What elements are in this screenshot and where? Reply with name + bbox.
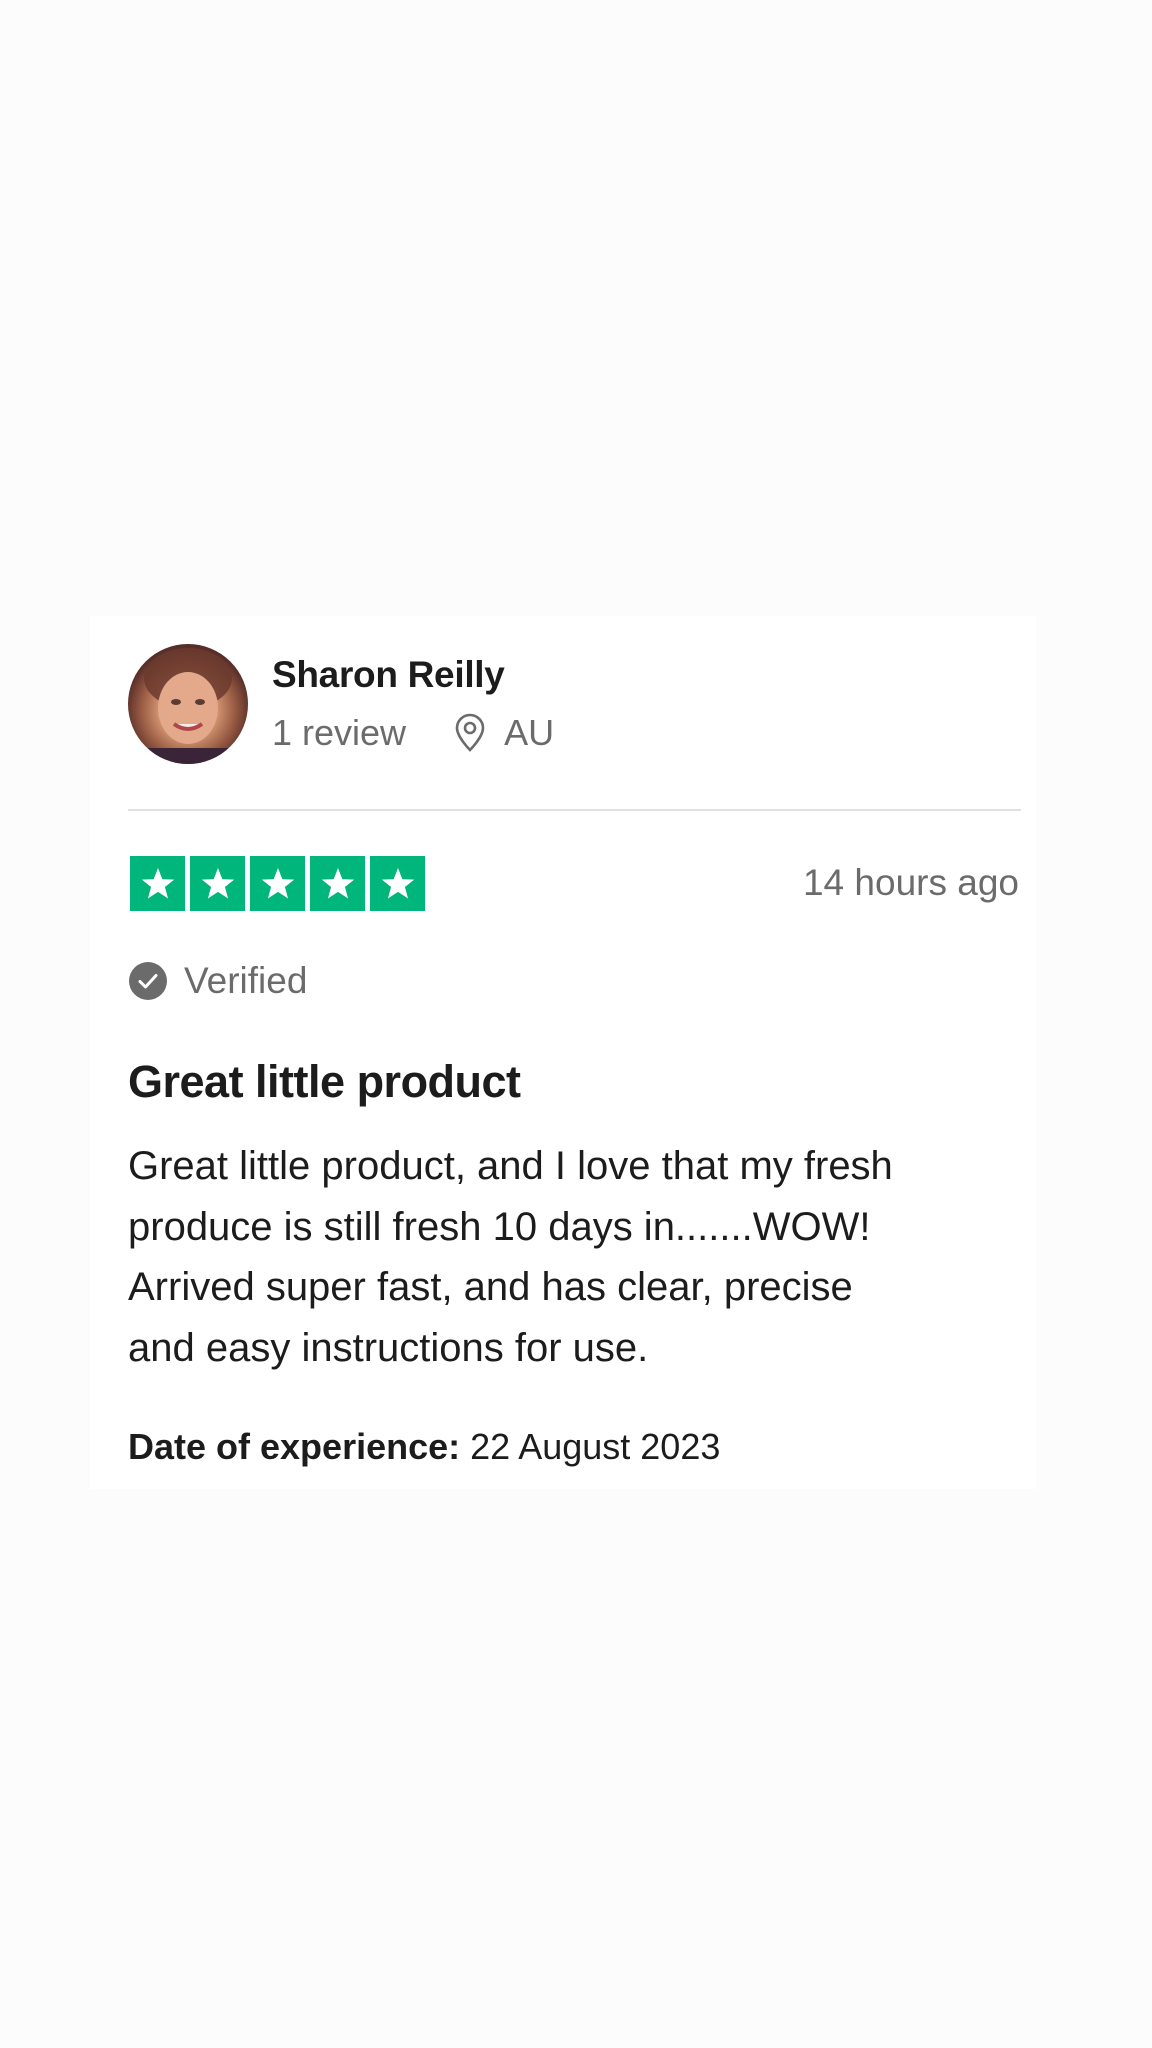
- verified-badge[interactable]: Verified: [128, 960, 307, 1002]
- star-icon: [201, 867, 234, 898]
- review-body-line: and easy instructions for use.: [128, 1325, 649, 1370]
- star-box: [190, 856, 245, 911]
- star-icon: [321, 867, 354, 898]
- reviewer-country: AU: [504, 712, 555, 753]
- date-of-experience-label: Date of experience:: [128, 1426, 461, 1467]
- review-body-line: Great little product, and I love that my…: [128, 1144, 893, 1188]
- reviewer-info: Sharon Reilly 1 review AU: [128, 644, 998, 764]
- reviewer-meta: 1 review AU: [272, 712, 554, 754]
- star-box: [250, 856, 305, 911]
- date-of-experience: Date of experience: 22 August 2023: [128, 1426, 720, 1468]
- review-timestamp: 14 hours ago: [802, 862, 1019, 903]
- review-count: 1 review: [272, 712, 407, 753]
- location-pin-icon: [455, 713, 485, 752]
- star-box: [310, 856, 365, 911]
- divider: [128, 809, 1021, 811]
- verified-label: Verified: [184, 960, 308, 1001]
- review-body-line: Arrived super fast, and has clear, preci…: [128, 1265, 853, 1309]
- date-of-experience-value: 22 August 2023: [470, 1426, 721, 1467]
- star-box: [130, 856, 185, 911]
- check-circle-icon: [129, 962, 167, 1000]
- reviewer-name[interactable]: Sharon Reilly: [272, 654, 505, 696]
- star-box: [370, 856, 425, 911]
- avatar[interactable]: [128, 644, 248, 764]
- review-card: Sharon Reilly 1 review AU 14 hours ago V…: [90, 616, 1036, 1489]
- star-rating: [130, 856, 425, 911]
- review-body: Great little product, and I love that my…: [128, 1136, 1008, 1378]
- star-icon: [261, 867, 294, 898]
- star-icon: [381, 867, 414, 898]
- review-body-line: produce is still fresh 10 days in.......…: [128, 1204, 871, 1249]
- review-title: Great little product: [128, 1056, 521, 1107]
- star-icon: [141, 867, 174, 898]
